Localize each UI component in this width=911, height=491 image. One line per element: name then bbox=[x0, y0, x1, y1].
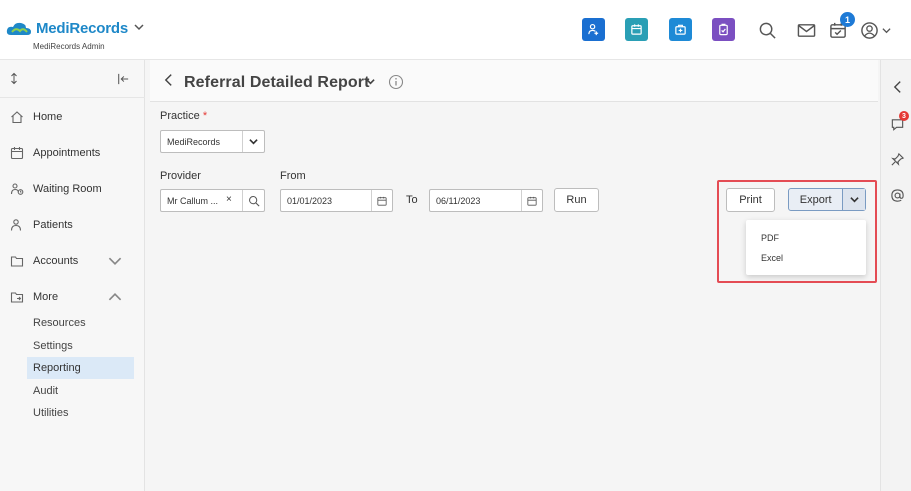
from-date-picker-button[interactable] bbox=[371, 190, 392, 211]
chevron-down-icon bbox=[108, 254, 131, 271]
add-patient-button[interactable] bbox=[582, 18, 605, 41]
cloud-logo-icon bbox=[6, 21, 32, 37]
sidebar-item-patients[interactable]: Patients bbox=[10, 215, 135, 235]
highlight-box bbox=[717, 180, 877, 283]
medical-kit-icon bbox=[675, 24, 686, 35]
collapse-sidebar-icon[interactable] bbox=[117, 73, 129, 85]
add-patient-icon bbox=[588, 23, 599, 36]
provider-label: Provider bbox=[160, 170, 201, 182]
provider-field[interactable]: Mr Callum ... × bbox=[160, 189, 265, 212]
notification-badge: 1 bbox=[840, 12, 855, 27]
sidebar-subitem-utilities[interactable]: Utilities bbox=[27, 402, 134, 424]
user-menu-button[interactable] bbox=[860, 20, 894, 40]
home-icon bbox=[11, 111, 23, 124]
calendar-icon bbox=[377, 196, 387, 206]
calendar-icon bbox=[10, 147, 24, 160]
sidebar-subitem-reporting[interactable]: Reporting bbox=[27, 357, 134, 379]
from-date-input[interactable]: 01/01/2023 bbox=[280, 189, 393, 212]
new-appointment-button[interactable] bbox=[625, 18, 648, 41]
sidebar-subitem-audit[interactable]: Audit bbox=[27, 380, 134, 402]
expand-panel-chevron-icon[interactable] bbox=[889, 79, 905, 95]
required-mark: * bbox=[202, 110, 208, 122]
report-switch-chevron-icon[interactable] bbox=[366, 77, 375, 89]
page-title: Referral Detailed Report bbox=[184, 74, 370, 91]
to-date-input[interactable]: 06/11/2023 bbox=[429, 189, 543, 212]
clear-provider-icon[interactable]: × bbox=[226, 194, 232, 205]
chevron-down-icon[interactable] bbox=[134, 22, 144, 35]
from-label: From bbox=[280, 170, 306, 182]
search-icon bbox=[248, 195, 260, 207]
messages-button[interactable] bbox=[796, 20, 816, 40]
app-logo[interactable]: MediRecords bbox=[6, 20, 144, 37]
practice-value: MediRecords bbox=[167, 136, 221, 147]
back-chevron-icon[interactable] bbox=[164, 73, 173, 90]
chevron-up-icon bbox=[108, 290, 131, 307]
top-header: MediRecords MediRecords Admin 1 bbox=[0, 0, 911, 60]
user-avatar-icon bbox=[861, 21, 878, 39]
provider-search-button[interactable] bbox=[242, 190, 264, 211]
left-sidebar: Home Appointments Waiting Room Patients … bbox=[0, 60, 145, 491]
waiting-room-icon bbox=[10, 183, 24, 195]
folder-icon bbox=[10, 256, 24, 267]
practice-select[interactable]: MediRecords bbox=[160, 130, 265, 153]
info-icon[interactable] bbox=[388, 74, 404, 90]
sidebar-item-accounts[interactable]: Accounts bbox=[10, 251, 135, 271]
sidebar-item-home[interactable]: Home bbox=[10, 107, 135, 127]
chevron-down-icon bbox=[882, 27, 891, 33]
sidebar-item-label: Accounts bbox=[33, 255, 79, 267]
to-date-value: 06/11/2023 bbox=[436, 195, 481, 206]
practice-label: Practice * bbox=[160, 110, 208, 122]
sidebar-subitem-settings[interactable]: Settings bbox=[27, 335, 134, 357]
sidebar-item-label: Appointments bbox=[33, 147, 101, 159]
mail-icon bbox=[797, 23, 815, 37]
new-task-button[interactable] bbox=[712, 18, 735, 41]
run-button[interactable]: Run bbox=[554, 188, 599, 212]
provider-value: Mr Callum ... bbox=[167, 195, 219, 206]
calendar-icon bbox=[527, 196, 537, 206]
pin-icon[interactable] bbox=[889, 151, 905, 167]
mention-icon[interactable] bbox=[889, 187, 905, 203]
search-button[interactable] bbox=[757, 20, 777, 40]
to-date-picker-button[interactable] bbox=[521, 190, 542, 211]
app-subtitle: MediRecords Admin bbox=[33, 42, 105, 51]
sidebar-item-label: More bbox=[33, 291, 59, 303]
chevron-down-icon[interactable] bbox=[242, 131, 264, 152]
main-content: Referral Detailed Report Practice * Medi… bbox=[150, 60, 878, 491]
sidebar-subitem-resources[interactable]: Resources bbox=[27, 312, 134, 334]
sidebar-item-label: Home bbox=[33, 111, 63, 123]
to-label: To bbox=[406, 194, 418, 206]
sidebar-item-more[interactable]: More bbox=[10, 287, 135, 307]
search-icon bbox=[759, 22, 776, 39]
sidebar-item-waiting-room[interactable]: Waiting Room bbox=[10, 179, 135, 199]
sidebar-item-appointments[interactable]: Appointments bbox=[10, 143, 135, 163]
comments-badge: 3 bbox=[899, 111, 909, 121]
resize-vertical-icon[interactable] bbox=[9, 72, 19, 85]
sidebar-toolbar bbox=[0, 60, 145, 98]
sidebar-item-label: Waiting Room bbox=[33, 183, 102, 195]
clipboard-icon bbox=[719, 23, 728, 36]
folder-arrow-icon bbox=[10, 292, 24, 303]
page-header: Referral Detailed Report bbox=[150, 60, 878, 102]
new-encounter-button[interactable] bbox=[669, 18, 692, 41]
from-date-value: 01/01/2023 bbox=[287, 195, 333, 206]
patients-icon bbox=[10, 219, 22, 231]
sidebar-item-label: Patients bbox=[33, 219, 73, 231]
calendar-icon bbox=[631, 24, 642, 35]
app-name: MediRecords bbox=[36, 20, 128, 37]
right-rail: 3 bbox=[880, 60, 911, 491]
